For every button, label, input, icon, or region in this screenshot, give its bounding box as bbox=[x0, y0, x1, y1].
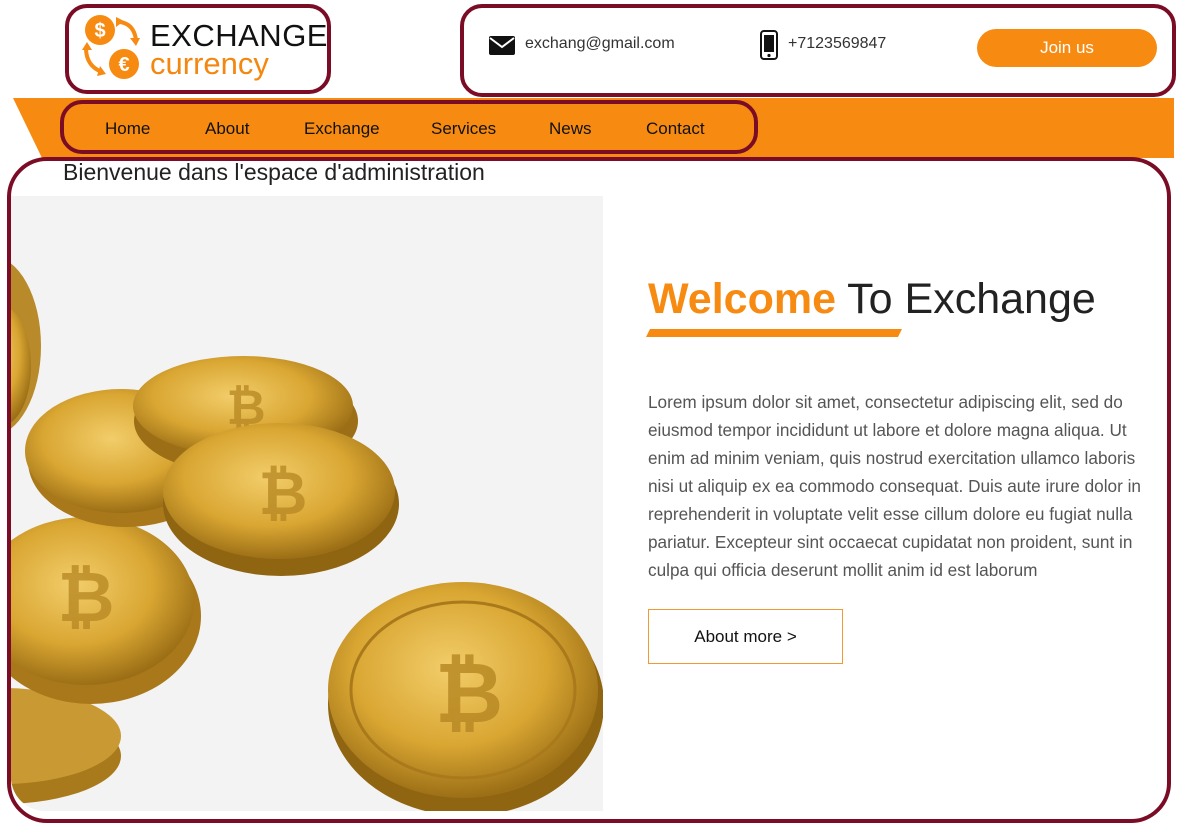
contact-phone[interactable]: +7123569847 bbox=[788, 35, 886, 53]
nav-item-exchange[interactable]: Exchange bbox=[304, 119, 380, 139]
nav-item-contact[interactable]: Contact bbox=[646, 119, 705, 139]
contact-email[interactable]: exchang@gmail.com bbox=[525, 35, 675, 53]
envelope-icon bbox=[489, 36, 515, 55]
dollar-symbol: $ bbox=[94, 20, 105, 42]
nav-item-services[interactable]: Services bbox=[431, 119, 496, 139]
euro-symbol: € bbox=[118, 54, 129, 76]
main-highlight-frame bbox=[7, 157, 1171, 823]
nav-item-about[interactable]: About bbox=[205, 119, 249, 139]
mobile-phone-icon bbox=[760, 30, 778, 60]
brand-logo[interactable]: $ € EXCHANGE currency bbox=[80, 12, 327, 84]
nav-item-news[interactable]: News bbox=[549, 119, 592, 139]
nav-item-home[interactable]: Home bbox=[105, 119, 150, 139]
join-us-button[interactable]: Join us bbox=[977, 29, 1157, 67]
currency-exchange-icon: $ € bbox=[82, 15, 140, 79]
brand-word-currency: currency bbox=[150, 46, 269, 81]
